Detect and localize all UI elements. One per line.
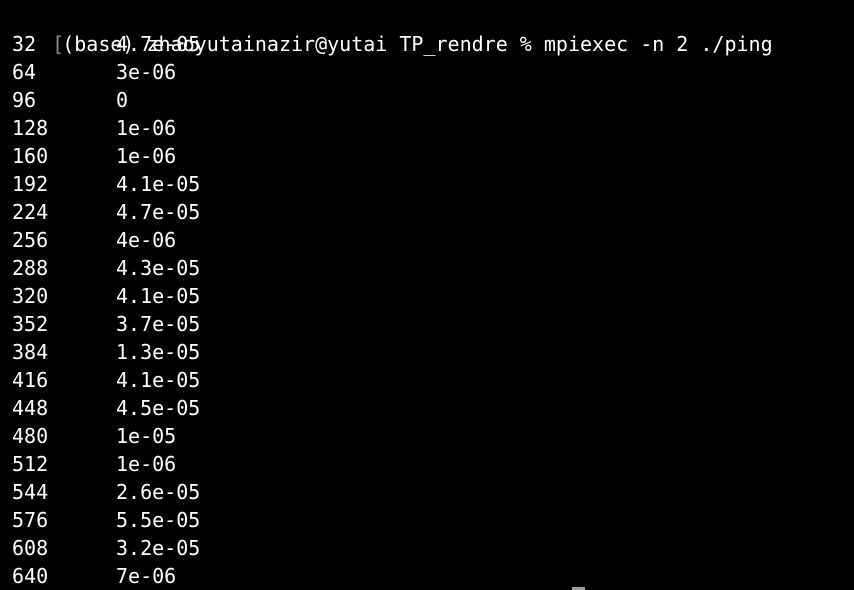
terminal-window[interactable]: [(base) zhaoyutainazir@yutai TP_rendre %… [0, 0, 854, 590]
output-row: 128 1e-06 [4, 114, 854, 142]
elapsed-time: 4.1e-05 [116, 284, 201, 308]
output-row: 288 4.3e-05 [4, 254, 854, 282]
output-row: 320 4.1e-05 [4, 282, 854, 310]
message-size: 480 [12, 424, 49, 448]
message-size: 192 [12, 172, 49, 196]
message-size: 608 [12, 536, 49, 560]
message-size: 320 [12, 284, 49, 308]
message-size: 448 [12, 396, 49, 420]
message-size: 32 [12, 32, 37, 56]
output-row: 576 5.5e-05 [4, 506, 854, 534]
elapsed-time: 5.5e-05 [116, 508, 201, 532]
output-row: 224 4.7e-05 [4, 198, 854, 226]
elapsed-time: 4.7e-05 [116, 32, 201, 56]
output-row: 480 1e-05 [4, 422, 854, 450]
output-row: 608 3.2e-05 [4, 534, 854, 562]
elapsed-time: 3.2e-05 [116, 536, 201, 560]
elapsed-time: 4.1e-05 [116, 368, 201, 392]
output-row: 512 1e-06 [4, 450, 854, 478]
elapsed-time: 1e-06 [116, 144, 177, 168]
output-row: 352 3.7e-05 [4, 310, 854, 338]
elapsed-time: 3e-06 [116, 60, 177, 84]
elapsed-time: 4.7e-05 [116, 200, 201, 224]
elapsed-time: 4.1e-05 [116, 172, 201, 196]
message-size: 160 [12, 144, 49, 168]
elapsed-time: 1.3e-05 [116, 340, 201, 364]
elapsed-time: 1e-06 [116, 452, 177, 476]
message-size: 384 [12, 340, 49, 364]
output-row: 416 4.1e-05 [4, 366, 854, 394]
output-row: 96 0 [4, 86, 854, 114]
elapsed-time: 4.3e-05 [116, 256, 201, 280]
elapsed-time: 7e-06 [116, 564, 177, 588]
message-size: 64 [12, 60, 37, 84]
command-output: 32 4.7e-05 64 3e-06 96 0 128 1e-06 160 1e-06 192 4.… [4, 30, 854, 590]
output-row: 448 4.5e-05 [4, 394, 854, 422]
message-size: 128 [12, 116, 49, 140]
elapsed-time: 1e-06 [116, 116, 177, 140]
message-size: 288 [12, 256, 49, 280]
output-row: 256 4e-06 [4, 226, 854, 254]
message-size: 640 [12, 564, 49, 588]
message-size: 576 [12, 508, 49, 532]
elapsed-time: 1e-05 [116, 424, 177, 448]
output-row: 192 4.1e-05 [4, 170, 854, 198]
elapsed-time: 4e-06 [116, 228, 177, 252]
message-size: 224 [12, 200, 49, 224]
message-size: 416 [12, 368, 49, 392]
elapsed-time: 3.7e-05 [116, 312, 201, 336]
output-row: 32 4.7e-05 [4, 30, 854, 58]
elapsed-time: 0 [116, 88, 129, 112]
elapsed-time: 4.5e-05 [116, 396, 201, 420]
message-size: 512 [12, 452, 49, 476]
message-size: 256 [12, 228, 49, 252]
message-size: 352 [12, 312, 49, 336]
output-row: 544 2.6e-05 [4, 478, 854, 506]
output-row: 640 7e-06 [4, 562, 854, 590]
output-row: 160 1e-06 [4, 142, 854, 170]
command-prompt-line: [(base) zhaoyutainazir@yutai TP_rendre %… [4, 2, 854, 56]
output-row: 64 3e-06 [4, 58, 854, 86]
elapsed-time: 2.6e-05 [116, 480, 201, 504]
message-size: 544 [12, 480, 49, 504]
message-size: 96 [12, 88, 37, 112]
output-row: 384 1.3e-05 [4, 338, 854, 366]
